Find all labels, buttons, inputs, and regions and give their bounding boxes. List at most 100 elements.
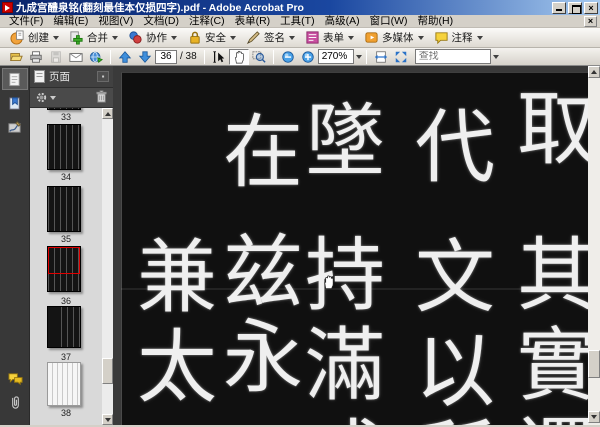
marquee-zoom-button[interactable] (249, 49, 269, 65)
signatures-panel-button[interactable] (2, 116, 28, 138)
thumbnail-label-35: 35 (60, 234, 71, 244)
zoom-level-combo[interactable]: 270% (317, 49, 354, 64)
chevron-down-icon (112, 35, 118, 40)
save-button[interactable] (46, 49, 66, 65)
menu-file[interactable]: 文件(F) (4, 15, 48, 28)
collaborate-button[interactable]: 协作 (124, 29, 181, 47)
restore-button[interactable] (568, 1, 582, 14)
paperclip-icon (11, 395, 19, 409)
zoom-in-button[interactable] (298, 49, 318, 65)
zoom-level-value: 270% (321, 51, 348, 62)
document-scrollbar[interactable] (588, 66, 600, 425)
calligraphy-char: 滿 (305, 319, 385, 412)
gear-icon (36, 92, 47, 103)
scroll-down-button[interactable] (102, 414, 113, 425)
find-input[interactable] (418, 51, 487, 62)
menu-document[interactable]: 文档(D) (138, 15, 184, 28)
acrobat-window: 九成宫醴泉铭(翻刻最佳本仅损四字).pdf - Adobe Acrobat Pr… (0, 0, 600, 427)
menu-edit[interactable]: 编辑(E) (48, 15, 93, 28)
open-button[interactable] (6, 49, 26, 65)
chevron-down-icon (476, 35, 483, 40)
secure-label: 安全 (205, 32, 226, 44)
next-page-button[interactable] (135, 49, 155, 65)
page-options-button[interactable] (35, 91, 56, 104)
page-thumbnail-36-current[interactable] (47, 246, 81, 292)
bookmarks-icon (9, 96, 20, 110)
chevron-down-icon[interactable] (492, 54, 499, 59)
scrollbar-thumb[interactable] (588, 350, 600, 378)
menu-help[interactable]: 帮助(H) (412, 15, 458, 28)
email-button[interactable] (66, 49, 86, 65)
fit-page-button[interactable] (391, 49, 411, 65)
delete-pages-button[interactable] (95, 89, 108, 106)
print-button[interactable] (26, 49, 46, 65)
menu-forms[interactable]: 表单(R) (230, 15, 276, 28)
title-bar: 九成宫醴泉铭(翻刻最佳本仅损四字).pdf - Adobe Acrobat Pr… (0, 0, 600, 15)
signatures-icon (8, 120, 21, 133)
comments-icon (7, 372, 23, 385)
select-tool-button[interactable] (209, 49, 229, 65)
pages-panel: 页面 ▪ 33 34 35 36 37 38 (30, 66, 113, 425)
page-thumbnail-35[interactable] (47, 186, 81, 232)
scrollbar-thumb[interactable] (102, 358, 113, 384)
thumbnail-label-34: 34 (60, 172, 71, 182)
document-view[interactable]: 取 其 實 還 代 文 以 所 墜 持 滿 戒 在 兹 永 兼 太 (113, 66, 588, 425)
page-thumbnail-37[interactable] (47, 306, 81, 348)
menu-tools[interactable]: 工具(T) (275, 15, 319, 28)
chevron-down-icon (53, 35, 59, 40)
document-close-button[interactable]: × (584, 15, 597, 27)
pages-panel-button[interactable] (1, 68, 28, 90)
scroll-down-button[interactable] (588, 411, 600, 423)
menu-advanced[interactable]: 高级(A) (320, 15, 365, 28)
menu-comments[interactable]: 注释(C) (184, 15, 230, 28)
panel-scrollbar[interactable] (102, 108, 113, 425)
scroll-up-button[interactable] (588, 66, 600, 78)
page-number-input[interactable] (155, 49, 177, 64)
bookmarks-panel-button[interactable] (2, 92, 28, 114)
nav-toolbar: / 38 270% (0, 48, 600, 66)
content-area: 页面 ▪ 33 34 35 36 37 38 取 其 實 代 文 以 墜 持 滿… (0, 66, 600, 425)
page-thumbnail-33[interactable] (47, 108, 81, 110)
calligraphy-char: 墜 (305, 95, 385, 188)
menu-window[interactable]: 窗口(W) (365, 15, 413, 28)
marquee-zoom-icon (252, 50, 266, 63)
forms-label: 表单 (323, 32, 344, 44)
multimedia-label: 多媒体 (382, 32, 414, 44)
scroll-up-button[interactable] (102, 108, 113, 119)
sign-button[interactable]: 签名 (242, 29, 299, 47)
save-icon (51, 50, 61, 63)
chevron-down-icon[interactable] (355, 54, 362, 59)
zoom-out-button[interactable] (278, 49, 298, 65)
upload-web-button[interactable] (86, 49, 106, 65)
close-button[interactable]: × (584, 1, 598, 14)
thumbnail-list: 33 34 35 36 37 38 (30, 108, 102, 425)
current-view-indicator[interactable] (48, 247, 80, 275)
pages-panel-title: 页面 (49, 71, 70, 83)
arrow-down-icon (104, 417, 111, 422)
page-thumbnail-38[interactable] (47, 362, 81, 406)
multimedia-button[interactable]: 多媒体 (360, 29, 428, 47)
create-button[interactable]: 创建 (6, 29, 63, 47)
page-thumbnail-34[interactable] (47, 124, 81, 170)
secure-button[interactable]: 安全 (183, 29, 240, 47)
chevron-down-icon (230, 35, 236, 40)
calligraphy-char: 代 (415, 101, 495, 194)
hand-tool-button[interactable] (228, 48, 249, 65)
combine-button[interactable]: 合并 (65, 29, 122, 47)
attachments-panel-button[interactable] (2, 391, 28, 413)
calligraphy-char: 太 (137, 321, 217, 414)
panel-options-button[interactable]: ▪ (97, 71, 109, 82)
previous-page-button[interactable] (115, 49, 135, 65)
select-tool-icon (213, 50, 224, 63)
comments-panel-button[interactable] (2, 367, 28, 389)
find-box[interactable] (414, 49, 491, 64)
calligraphy-char: 其 (517, 229, 588, 322)
task-toolbar: 创建 合并 协作 安全 签名 表单 多媒体 注释 (0, 28, 600, 48)
menu-view[interactable]: 视图(V) (93, 15, 138, 28)
minimize-button[interactable] (552, 1, 566, 14)
forms-button[interactable]: 表单 (301, 29, 358, 47)
fit-width-button[interactable] (371, 49, 391, 65)
hand-tool-cursor (324, 275, 334, 289)
comment-button[interactable]: 注释 (430, 29, 487, 47)
sign-label: 签名 (264, 32, 285, 44)
